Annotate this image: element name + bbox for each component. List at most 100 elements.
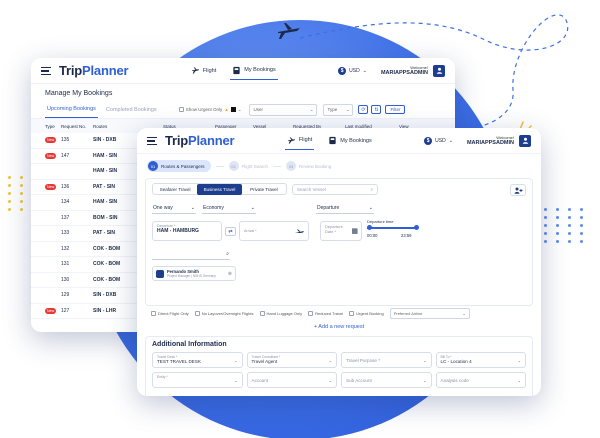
- dot: [20, 200, 23, 203]
- logo[interactable]: TripPlanner: [165, 133, 235, 148]
- user-avatar-button[interactable]: [519, 134, 531, 147]
- checkbox[interactable]: [194, 310, 200, 316]
- filter-button[interactable]: Filter: [385, 105, 406, 114]
- departure-mode-select[interactable]: Departure ⌄: [316, 203, 374, 214]
- step-flight-search[interactable]: 02 Flight Search: [228, 161, 268, 171]
- new-badge: New: [45, 307, 57, 314]
- filter-no-layover[interactable]: No Layover/Overnight Flights: [194, 310, 254, 316]
- urgent-checkbox[interactable]: [178, 107, 184, 112]
- additional-info-grid: Travel Desk * TEST TRAVEL DESK ⌄ Travel Con…: [152, 352, 526, 388]
- menu-icon[interactable]: [41, 66, 51, 75]
- refresh-button[interactable]: ⟳: [358, 105, 369, 114]
- type-select[interactable]: Type ⌄: [323, 103, 354, 116]
- request-number: 137: [61, 214, 70, 221]
- logo[interactable]: TripPlanner: [59, 63, 129, 78]
- checkbox[interactable]: [259, 310, 265, 316]
- time-slider-handle-start[interactable]: [367, 225, 372, 230]
- step-connector: [273, 165, 282, 167]
- tab-completed[interactable]: Completed Bookings: [104, 102, 159, 118]
- trip-type-select[interactable]: One way ⌄: [152, 203, 196, 214]
- user-info: Welcome! MARIAPPSADMIN: [466, 135, 514, 146]
- request-number: 133: [61, 230, 70, 237]
- dot: [20, 192, 23, 195]
- chevron-down-icon: ⌄: [237, 106, 242, 112]
- type-seafarer[interactable]: Seafarer Travel: [153, 184, 197, 195]
- checkbox[interactable]: [151, 310, 156, 316]
- request-number: 135: [61, 137, 70, 144]
- add-passenger-button[interactable]: [510, 184, 526, 196]
- plane-icon: [287, 136, 295, 144]
- info-field[interactable]: Bill To * LC - Location 4 ⌄: [435, 352, 526, 368]
- cabin-class-select[interactable]: Economy ⌄: [202, 203, 256, 214]
- filter-reduced-travel[interactable]: Reduced Travel: [308, 310, 343, 316]
- nav-flight[interactable]: Flight: [189, 62, 218, 79]
- passenger-search-input[interactable]: ⌕: [152, 249, 230, 260]
- nav-my-bookings[interactable]: My Bookings: [230, 62, 278, 80]
- filter-urgent-booking[interactable]: Urgent Booking: [349, 310, 384, 316]
- info-field[interactable]: Account ⌄: [246, 372, 337, 388]
- passenger-chip[interactable]: Fernando Smith Project Manager | NSHS Ge…: [152, 266, 236, 281]
- info-field[interactable]: Analysis code ⌄: [435, 372, 526, 388]
- page-title: Manage My Bookings: [45, 90, 113, 97]
- menu-icon[interactable]: [147, 136, 157, 145]
- request-number: 134: [61, 199, 70, 206]
- vessel-search-input[interactable]: Search Vessel ⌕: [292, 184, 378, 195]
- arrival-field[interactable]: Arrival *: [239, 221, 309, 241]
- departure-time-range[interactable]: Departure time 00:00 23:59: [367, 219, 429, 243]
- bookings-icon: [233, 66, 240, 74]
- nav-flight[interactable]: Flight: [284, 132, 315, 150]
- dot: [568, 216, 571, 219]
- urgent-filter[interactable]: Show Urgent Only ▲ ⌄: [178, 106, 242, 113]
- dot: [556, 208, 559, 211]
- user-info: Welcome! MARIAPPSADMIN: [380, 65, 428, 76]
- step-review[interactable]: 03 Review Booking: [286, 161, 331, 171]
- type-cell: New: [45, 307, 61, 314]
- info-field[interactable]: Entity * ⌄: [152, 372, 243, 388]
- request-number: 147: [61, 152, 70, 159]
- type-business[interactable]: Business Travel: [197, 183, 242, 195]
- swap-route-button[interactable]: ⇄: [225, 226, 236, 236]
- new-badge: New: [45, 183, 57, 190]
- dot: [544, 208, 547, 211]
- checkbox[interactable]: [349, 310, 355, 316]
- request-number: 132: [61, 245, 70, 252]
- info-field[interactable]: Travel Desk * TEST TRAVEL DESK ⌄: [152, 352, 243, 368]
- preferred-airline-select[interactable]: Preferred Airline ⌄: [389, 307, 470, 319]
- dot: [556, 240, 559, 243]
- type-cell: New: [45, 137, 61, 144]
- additional-info-panel: Additional Information Travel Desk * TEST…: [145, 336, 533, 396]
- filter-direct-flight[interactable]: Direct Flight Only: [151, 310, 189, 316]
- filter-hand-luggage[interactable]: Hand Luggage Only: [259, 310, 302, 316]
- dot: [8, 176, 11, 179]
- dot: [544, 224, 547, 227]
- booking-steps: 01 Routes & Passengers 02 Flight Search 03…: [137, 154, 541, 178]
- user-avatar-button[interactable]: [433, 64, 445, 77]
- bookings-toolbar: Upcoming Bookings Completed Bookings Sho…: [31, 101, 455, 119]
- time-slider-track[interactable]: [367, 227, 417, 229]
- travel-type-toggle: Seafarer Travel Business Travel Private …: [152, 183, 287, 195]
- checkbox[interactable]: [308, 310, 314, 316]
- request-number: 127: [61, 307, 70, 314]
- departure-date-field[interactable]: Departure Date * ▦: [320, 221, 362, 241]
- nav-my-bookings[interactable]: My Bookings: [326, 132, 374, 149]
- info-field[interactable]: Sub Account ⌄: [341, 372, 432, 388]
- dot: [568, 240, 571, 243]
- remove-passenger-icon[interactable]: ⊗: [228, 271, 232, 277]
- info-field[interactable]: Travel Purpose * ⌄: [341, 352, 432, 368]
- step-routes[interactable]: 01 Routes & Passengers: [147, 160, 211, 172]
- route-panel: Seafarer Travel Business Travel Private …: [145, 178, 533, 306]
- info-field[interactable]: Travel Consultant * Travel Agent ⌄: [246, 352, 337, 368]
- type-private[interactable]: Private Travel: [242, 184, 286, 195]
- currency-selector[interactable]: $ USD ⌄: [424, 136, 453, 145]
- currency-selector[interactable]: $ USD ⌄: [338, 66, 367, 75]
- dot: [8, 184, 11, 187]
- dot: [20, 184, 23, 187]
- chevron-down-icon: ⌄: [234, 378, 238, 383]
- time-slider-handle-end[interactable]: [414, 225, 419, 230]
- origin-field[interactable]: Departure * HAM - HAMBURG: [152, 221, 222, 241]
- sort-button[interactable]: ⇅: [371, 105, 382, 114]
- user-select[interactable]: User ⌄: [249, 103, 318, 116]
- dot: [580, 240, 583, 243]
- add-request-link[interactable]: + Add a new request: [137, 320, 541, 334]
- tab-upcoming[interactable]: Upcoming Bookings: [45, 101, 98, 118]
